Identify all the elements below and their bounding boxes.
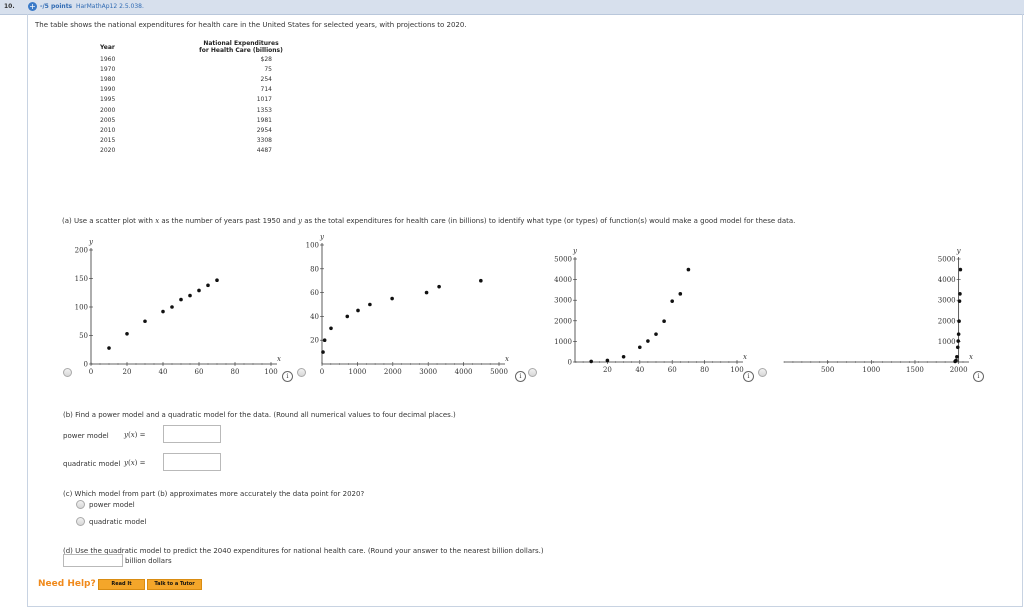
question-header: 10. + -/5 points HarMathAp12 2.5.038. — [0, 0, 1024, 15]
part-a-mid: as the number of years past 1950 and — [159, 217, 299, 225]
need-help-label: Need Help? — [38, 579, 96, 589]
power-model-input[interactable] — [164, 426, 224, 442]
prediction-input[interactable] — [64, 555, 126, 566]
quadratic-model-input-box[interactable] — [163, 453, 224, 471]
expenditure-cell: 4487 — [256, 147, 272, 155]
problem-id[interactable]: HarMathAp12 2.5.038. — [76, 3, 144, 10]
expenditure-cell: 254 — [260, 75, 272, 83]
expenditure-cell: 714 — [260, 86, 272, 94]
points-value: -/5 points — [40, 3, 73, 10]
year-cell: 2020 — [100, 147, 116, 155]
power-fx-close: ) = — [134, 431, 146, 439]
year-cell: 2010 — [100, 126, 116, 134]
power-fx-label: y(x) = — [124, 431, 145, 439]
col-header-year: Year — [100, 44, 115, 51]
part-a-post: as the total expenditures for health car… — [302, 217, 796, 225]
question-number: 10. — [4, 3, 15, 10]
intro-text: The table shows the national expenditure… — [35, 21, 467, 29]
year-cell: 1995 — [100, 96, 116, 104]
plot-1-radio[interactable] — [63, 368, 72, 377]
table-row: 2000 1353 — [95, 105, 306, 115]
table-row: 1970 75 — [95, 64, 306, 74]
quadratic-model-option[interactable]: quadratic model — [89, 518, 146, 526]
expand-icon[interactable]: + — [28, 2, 37, 11]
expenditure-cell: 1981 — [256, 116, 272, 124]
quadratic-model-input[interactable] — [164, 454, 224, 470]
prediction-input-box[interactable] — [63, 554, 126, 567]
table-row: 2010 2954 — [95, 125, 306, 135]
quadratic-model-radio[interactable] — [76, 517, 85, 526]
col-header-line2: for Health Care (billions) — [199, 47, 283, 54]
plot-4-info-icon[interactable]: i — [973, 371, 984, 382]
year-cell: 2005 — [100, 116, 116, 124]
part-b-prompt: (b) Find a power model and a quadratic m… — [63, 411, 456, 419]
quadratic-model-label: quadratic model — [63, 460, 121, 468]
part-a-prompt: (a) Use a scatter plot with x as the num… — [62, 217, 795, 225]
power-model-radio[interactable] — [76, 500, 85, 509]
table-row: 1990 714 — [95, 85, 306, 95]
table-row: 2005 1981 — [95, 115, 306, 125]
power-model-label: power model — [63, 432, 109, 440]
expenditure-cell: 75 — [264, 65, 272, 73]
plot-1-info-icon[interactable]: i — [282, 371, 293, 382]
year-cell: 1970 — [100, 65, 116, 73]
plot-2-info-icon[interactable]: i — [515, 371, 526, 382]
table-row: 1995 1017 — [95, 95, 306, 105]
table-row: 2015 3308 — [95, 136, 306, 146]
col-header-expenditures: National Expenditures for Health Care (bi… — [176, 40, 306, 54]
talk-to-tutor-button[interactable]: Talk to a Tutor — [147, 579, 202, 590]
plot-4-radio[interactable] — [758, 368, 767, 377]
table-row: 2020 4487 — [95, 146, 306, 156]
billion-dollars-unit: billion dollars — [125, 557, 172, 565]
plot-2-radio[interactable] — [297, 368, 306, 377]
power-model-input-box[interactable] — [163, 425, 224, 443]
table-row: 1980 254 — [95, 74, 306, 84]
expenditure-cell: $28 — [260, 55, 272, 63]
quad-fx-label: y(x) = — [124, 459, 145, 467]
plot-3-info-icon[interactable]: i — [743, 371, 754, 382]
expenditure-cell: 1353 — [256, 106, 272, 114]
expenditure-cell: 2954 — [256, 126, 272, 134]
plot-3-radio[interactable] — [528, 368, 537, 377]
quad-fx-close: ) = — [134, 459, 146, 467]
expenditure-table: Year National Expenditures for Health Car… — [95, 40, 306, 156]
year-cell: 1960 — [100, 55, 116, 63]
year-cell: 2000 — [100, 106, 116, 114]
points-label: -/5 points HarMathAp12 2.5.038. — [40, 3, 144, 10]
year-cell: 1980 — [100, 75, 116, 83]
power-model-option[interactable]: power model — [89, 501, 135, 509]
part-c-prompt: (c) Which model from part (b) approximat… — [63, 490, 365, 498]
read-it-button[interactable]: Read It — [98, 579, 145, 590]
part-a-pre: (a) Use a scatter plot with — [62, 217, 156, 225]
year-cell: 2015 — [100, 137, 116, 145]
expenditure-cell: 1017 — [256, 96, 272, 104]
year-cell: 1990 — [100, 86, 116, 94]
part-d-prompt: (d) Use the quadratic model to predict t… — [63, 547, 544, 555]
table-row: 1960 $28 — [95, 54, 306, 64]
col-header-line1: National Expenditures — [203, 40, 279, 47]
expenditure-cell: 3308 — [256, 137, 272, 145]
